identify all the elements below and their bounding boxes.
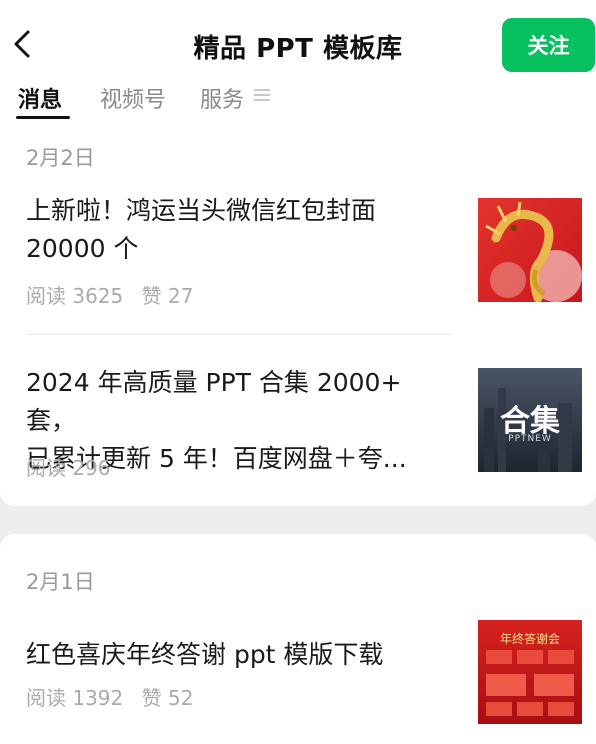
like-count: 赞 52 <box>141 686 194 710</box>
tab-services[interactable]: 服务 <box>200 82 244 114</box>
article-title[interactable]: 红色喜庆年终答谢 ppt 模版下载 <box>26 636 456 674</box>
group-date: 2月1日 <box>26 570 95 594</box>
article-title-line: 红色喜庆年终答谢 ppt 模版下载 <box>26 640 384 669</box>
active-tab-indicator <box>16 116 70 119</box>
article-meta: 阅读 3625 赞 27 <box>26 280 193 309</box>
slides-grid-icon <box>486 650 574 716</box>
article-divider <box>26 334 452 335</box>
read-count: 阅读 296 <box>26 456 111 480</box>
message-group-card: 2月2日 上新啦！鸿运当头微信红包封面 20000 个 阅读 3625 赞 27… <box>0 122 596 506</box>
red-year-end-thumbnail[interactable]: 年终答谢会 <box>478 620 582 724</box>
follow-button[interactable]: 关注 <box>502 18 595 72</box>
thumbnail-subtitle: PPTNEW <box>508 434 552 444</box>
golden-dragon-thumbnail[interactable] <box>478 198 582 302</box>
article-meta: 阅读 296 <box>26 452 111 481</box>
read-count: 阅读 3625 <box>26 284 124 308</box>
group-date: 2月2日 <box>26 146 95 170</box>
article-title-line: 2024 年高质量 PPT 合集 2000+ 套， <box>26 368 402 435</box>
article-title-line: 上新啦！鸿运当头微信红包封面 <box>26 196 377 225</box>
top-bar: 精品 PPT 模板库 关注 <box>0 0 596 82</box>
article-title[interactable]: 上新啦！鸿运当头微信红包封面 20000 个 <box>26 192 456 268</box>
tab-channels[interactable]: 视频号 <box>100 82 166 114</box>
menu-icon[interactable] <box>254 88 270 102</box>
dragon-icon <box>485 201 582 302</box>
read-count: 阅读 1392 <box>26 686 124 710</box>
tab-messages[interactable]: 消息 <box>18 82 62 114</box>
collection-thumbnail[interactable]: 合集 PPTNEW <box>478 368 582 472</box>
like-count: 赞 27 <box>141 284 194 308</box>
article-meta: 阅读 1392 赞 52 <box>26 682 193 711</box>
article-title-line: 20000 个 <box>26 234 139 263</box>
message-group-card: 2月1日 红色喜庆年终答谢 ppt 模版下载 阅读 1392 赞 52 年终答谢… <box>0 534 596 744</box>
tab-bar: 消息 视频号 服务 <box>0 82 596 122</box>
